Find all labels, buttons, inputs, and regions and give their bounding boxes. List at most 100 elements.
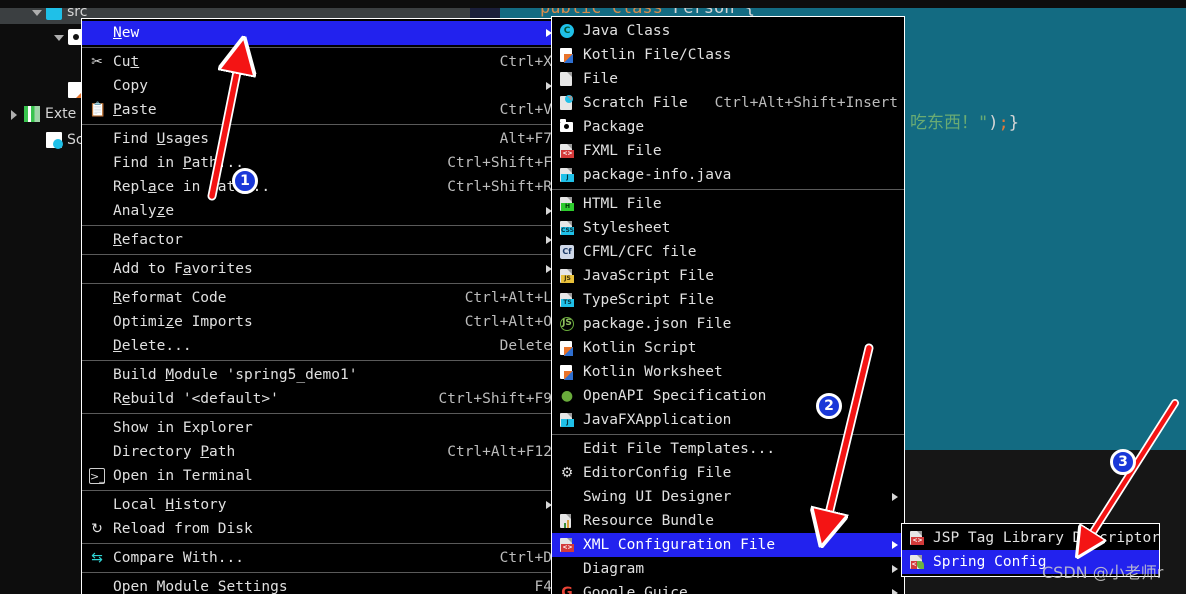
menu-item-shortcut: Ctrl+Alt+F12 xyxy=(447,444,552,460)
menu-item-shortcut: F4 xyxy=(534,579,552,594)
context-menu-item-replace-in-path[interactable]: Replace in Path... Ctrl+Shift+R xyxy=(82,175,558,199)
javascript-file-icon: JS xyxy=(558,268,577,284)
new-menu-item-cfml-cfc-file[interactable]: Cf CFML/CFC file xyxy=(552,240,904,264)
new-menu-item-javafxapplication[interactable]: J JavaFXApplication xyxy=(552,408,904,432)
gear-icon: ⚙ xyxy=(560,465,574,481)
menu-item-label: package-info.java xyxy=(583,167,732,183)
kotlin-file-icon xyxy=(560,365,573,380)
spring-config-icon: < xyxy=(908,554,927,570)
new-menu-item-typescript-file[interactable]: TS TypeScript File xyxy=(552,288,904,312)
new-menu-item-fxml-file[interactable]: <> FXML File xyxy=(552,139,904,163)
external-libraries-icon xyxy=(24,106,40,122)
new-menu-item-package-json-file[interactable]: JS package.json File xyxy=(552,312,904,336)
menu-item-label: Directory Path xyxy=(113,444,236,460)
menu-item-label: Spring Config xyxy=(933,554,1047,570)
menu-item-shortcut: Ctrl+Shift+F9 xyxy=(438,391,553,407)
new-menu-item-kotlin-worksheet[interactable]: Kotlin Worksheet xyxy=(552,360,904,384)
context-menu-item-cut[interactable]: ✂ Cut Ctrl+X xyxy=(82,50,558,74)
context-menu-item-analyze[interactable]: Analyze xyxy=(82,199,558,223)
reload-icon: ↻ xyxy=(88,521,107,537)
new-menu-item-xml-configuration-file[interactable]: <> XML Configuration File xyxy=(552,533,904,557)
chevron-right-icon[interactable] xyxy=(8,108,21,121)
new-menu-item-javascript-file[interactable]: JS JavaScript File xyxy=(552,264,904,288)
icon-placeholder xyxy=(88,232,107,248)
menu-item-label: File xyxy=(583,71,618,87)
html-file-icon: H xyxy=(560,197,574,211)
context-menu-item-delete[interactable]: Delete... Delete xyxy=(82,334,558,358)
menu-item-label: Swing UI Designer xyxy=(583,489,732,505)
nodejs-icon: JS xyxy=(560,317,574,331)
menu-item-label: Refactor xyxy=(113,232,183,248)
icon-placeholder xyxy=(88,497,107,513)
new-menu-item-package[interactable]: Package xyxy=(552,115,904,139)
menu-item-label: Open Module Settings xyxy=(113,579,288,594)
new-menu-item-openapi-specification[interactable]: ● OpenAPI Specification xyxy=(552,384,904,408)
xml-menu-item-jsp-tag-library-descriptor[interactable]: <> JSP Tag Library Descriptor xyxy=(902,526,1160,550)
menu-item-label: HTML File xyxy=(583,196,662,212)
new-menu-item-java-class[interactable]: C Java Class xyxy=(552,19,904,43)
context-menu-item-build-module-spring5-demo1[interactable]: Build Module 'spring5_demo1' xyxy=(82,363,558,387)
context-menu-item-add-to-favorites[interactable]: Add to Favorites xyxy=(82,257,558,281)
new-menu-item-kotlin-script[interactable]: Kotlin Script xyxy=(552,336,904,360)
chevron-down-icon[interactable] xyxy=(52,31,65,44)
menu-item-label: JavaScript File xyxy=(583,268,714,284)
new-menu-item-resource-bundle[interactable]: Resource Bundle xyxy=(552,509,904,533)
html-file-icon: H xyxy=(558,196,577,212)
context-menu-item-find-usages[interactable]: Find Usages Alt+F7 xyxy=(82,127,558,151)
new-menu-item-swing-ui-designer[interactable]: Swing UI Designer xyxy=(552,485,904,509)
context-menu-item-local-history[interactable]: Local History xyxy=(82,493,558,517)
context-menu-item-directory-path[interactable]: Directory Path Ctrl+Alt+F12 xyxy=(82,440,558,464)
context-menu-item-find-in-path[interactable]: Find in Path... Ctrl+Shift+F xyxy=(82,151,558,175)
cfml-file-icon: Cf xyxy=(558,244,577,260)
context-menu-item-compare-with[interactable]: ⇆ Compare With... Ctrl+D xyxy=(82,546,558,570)
new-menu-item-editorconfig-file[interactable]: ⚙ EditorConfig File xyxy=(552,461,904,485)
new-menu-item-file[interactable]: File xyxy=(552,67,904,91)
context-menu-item-paste[interactable]: 📋 Paste Ctrl+V xyxy=(82,98,558,122)
css-file-icon: CSS xyxy=(560,221,574,235)
xml-file-icon: <> xyxy=(908,530,927,546)
menu-item-shortcut: Ctrl+V xyxy=(499,102,552,118)
context-menu-item-reformat-code[interactable]: Reformat Code Ctrl+Alt+L xyxy=(82,286,558,310)
menu-item-shortcut: Ctrl+Shift+F xyxy=(447,155,552,171)
google-icon: G xyxy=(558,585,577,594)
compare-icon: ⇆ xyxy=(91,550,103,566)
icon-placeholder xyxy=(88,338,107,354)
context-menu-item-reload-from-disk[interactable]: ↻ Reload from Disk xyxy=(82,517,558,541)
menu-separator xyxy=(82,572,558,573)
window-top-strip xyxy=(0,0,1186,8)
menu-item-label: Edit File Templates... xyxy=(583,441,776,457)
terminal-icon: >_ xyxy=(89,468,105,484)
project-context-menu[interactable]: New ✂ Cut Ctrl+X Copy 📋 Paste Ctrl+V Find Usages… xyxy=(81,18,559,594)
context-menu-item-open-in-terminal[interactable]: >_ Open in Terminal xyxy=(82,464,558,488)
context-menu-item-rebuild-default[interactable]: Rebuild '<default>' Ctrl+Shift+F9 xyxy=(82,387,558,411)
xml-menu-item-spring-config[interactable]: < Spring Config xyxy=(902,550,1159,574)
context-menu-item-optimize-imports[interactable]: Optimize Imports Ctrl+Alt+O xyxy=(82,310,558,334)
new-menu-item-kotlin-file-class[interactable]: Kotlin File/Class xyxy=(552,43,904,67)
context-menu-item-show-in-explorer[interactable]: Show in Explorer xyxy=(82,416,558,440)
context-menu-item-new[interactable]: New xyxy=(82,21,558,45)
context-menu-item-open-module-settings[interactable]: Open Module Settings F4 xyxy=(82,575,558,594)
new-menu-item-google-guice[interactable]: G Google Guice xyxy=(552,581,904,594)
new-menu-item-diagram[interactable]: Diagram xyxy=(552,557,904,581)
menu-item-label: Stylesheet xyxy=(583,220,671,236)
menu-item-shortcut: Delete xyxy=(499,338,552,354)
icon-placeholder xyxy=(88,391,107,407)
new-submenu[interactable]: C Java Class Kotlin File/Class File Scratch … xyxy=(551,16,905,594)
new-menu-item-stylesheet[interactable]: CSS Stylesheet xyxy=(552,216,904,240)
menu-item-label: Analyze xyxy=(113,203,175,219)
new-menu-item-html-file[interactable]: H HTML File xyxy=(552,192,904,216)
spring-config-icon: < xyxy=(910,555,924,569)
new-menu-item-scratch-file[interactable]: Scratch File Ctrl+Alt+Shift+Insert xyxy=(552,91,904,115)
icon-placeholder xyxy=(88,179,107,195)
xml-configuration-submenu[interactable]: <> JSP Tag Library Descriptor < Spring Conf… xyxy=(901,523,1160,577)
openapi-icon: ● xyxy=(558,388,577,404)
new-menu-item-edit-file-templates[interactable]: Edit File Templates... xyxy=(552,437,904,461)
context-menu-item-refactor[interactable]: Refactor xyxy=(82,228,558,252)
package-icon xyxy=(558,119,577,135)
menu-item-label: Cut xyxy=(113,54,140,70)
reload-icon: ↻ xyxy=(91,521,103,537)
chevron-right-icon xyxy=(892,589,898,594)
context-menu-item-copy[interactable]: Copy xyxy=(82,74,558,98)
new-menu-item-package-info-java[interactable]: Jpackage-info.java xyxy=(552,163,904,187)
